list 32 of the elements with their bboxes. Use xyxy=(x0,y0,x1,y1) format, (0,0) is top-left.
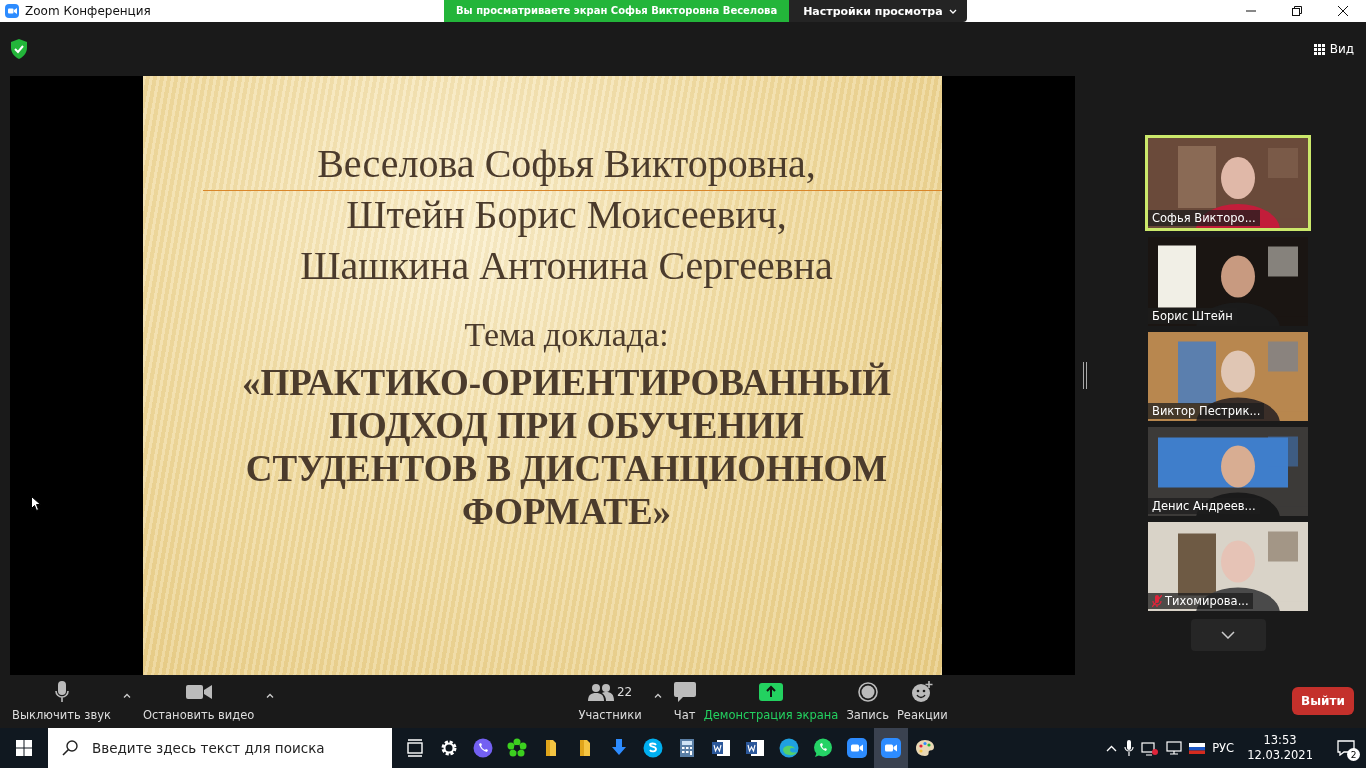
participant-name: Виктор Пестрик... xyxy=(1152,404,1261,418)
participants-button[interactable]: 22 Участники xyxy=(574,675,646,728)
participant-name: Софья Викторо... xyxy=(1152,211,1256,225)
video-tile[interactable]: Денис Андреев... xyxy=(1148,427,1308,516)
author-name: Веселова Софья Викторовна, xyxy=(317,140,816,188)
sharing-banner: Вы просматриваете экран Софья Викторовна Веселова xyxy=(444,0,790,22)
participant-name: Тихомирова... xyxy=(1165,594,1249,608)
language-indicator[interactable]: РУС xyxy=(1212,741,1235,755)
participant-name: Денис Андреев... xyxy=(1152,499,1256,513)
leave-button[interactable]: Выйти xyxy=(1292,687,1354,715)
mute-button[interactable]: Выключить звук xyxy=(8,675,115,728)
stop-video-button[interactable]: Остановить видео xyxy=(139,675,259,728)
search-box[interactable]: Введите здесь текст для поиска xyxy=(48,728,392,768)
participant-name: Борис Штейн xyxy=(1152,309,1233,323)
author-name: Шашкина Антонина Сергеевна xyxy=(300,242,833,290)
share-screen-button[interactable]: Демонстрация экрана xyxy=(699,675,843,728)
video-tile[interactable]: Тихомирова... xyxy=(1148,522,1308,611)
chat-button[interactable]: Чат xyxy=(669,675,700,728)
slide-subtitle: Тема доклада: xyxy=(464,315,669,355)
clock-time[interactable]: 13:53 xyxy=(1263,733,1297,748)
slide-title: «ПРАКТИКО-ОРИЕНТИРОВАННЫЙ ПОДХОД ПРИ ОБУЧЕНИИ СТУДЕНТОВ В ДИСТАНЦИОННОМ ФОРМАТЕ» xyxy=(241,361,892,533)
view-settings-button[interactable]: Настройки просмотра xyxy=(789,0,967,22)
window-title: Zoom Конференция xyxy=(25,4,151,18)
view-button[interactable]: Вид xyxy=(1311,40,1356,58)
clock-date[interactable]: 12.03.2021 xyxy=(1247,748,1313,763)
video-tile[interactable]: Борис Штейн xyxy=(1148,237,1308,326)
notification-count: 2 xyxy=(1347,748,1360,761)
video-tile[interactable]: Софья Викторо... xyxy=(1145,135,1311,231)
record-button[interactable]: Запись xyxy=(842,675,893,728)
reactions-button[interactable]: Реакции xyxy=(892,675,952,728)
author-name: Штейн Борис Моисеевич, xyxy=(346,191,787,239)
video-tile[interactable]: Виктор Пестрик... xyxy=(1148,332,1308,421)
